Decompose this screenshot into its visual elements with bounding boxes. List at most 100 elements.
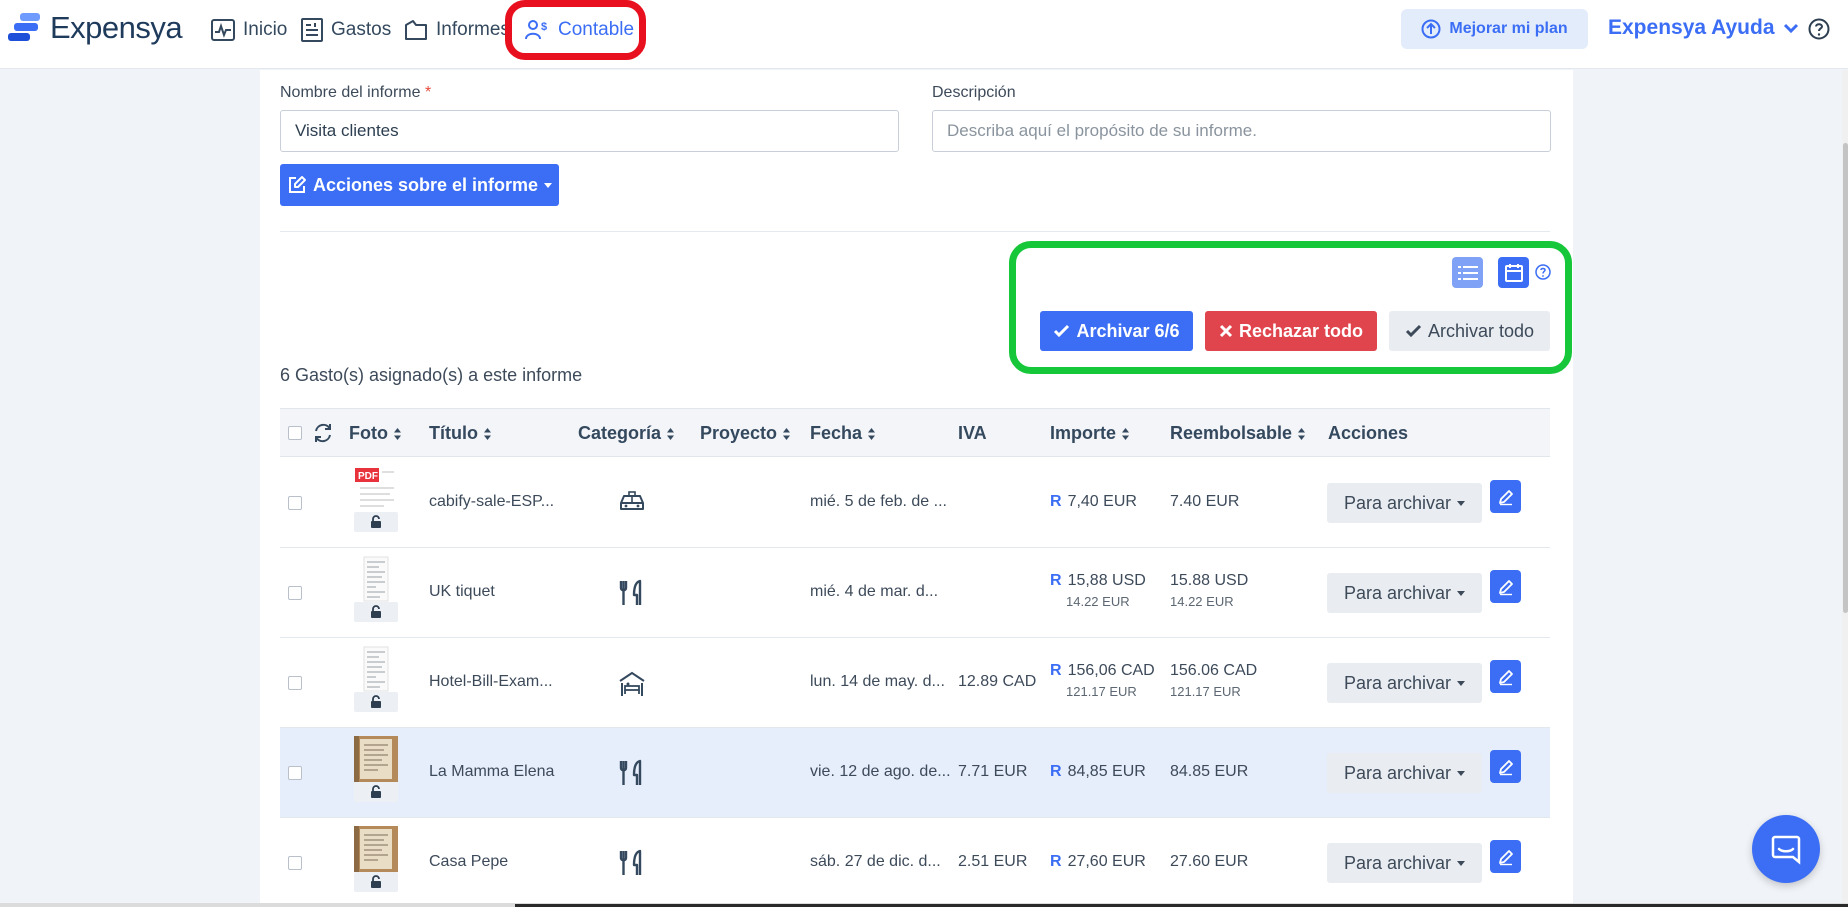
brand-logo[interactable]: Expensya [6, 10, 183, 46]
caret-down-icon [1457, 500, 1466, 506]
nav-inicio[interactable]: Inicio [211, 14, 287, 46]
status-dropdown[interactable]: Para archivar [1327, 753, 1482, 793]
status-label: Para archivar [1343, 762, 1452, 783]
sort-icon [393, 427, 401, 440]
list-view-toggle[interactable] [1452, 257, 1483, 288]
calendar-view-toggle[interactable] [1498, 257, 1529, 288]
table-header: Foto Título Categoría Proyecto Fecha IVA… [280, 408, 1550, 457]
reimbursable-marker: R [1050, 493, 1062, 510]
help-menu-dropdown[interactable]: Expensya Ayuda [1608, 16, 1799, 40]
col-importe[interactable]: Importe [1050, 423, 1130, 444]
edit-expense-button[interactable] [1490, 840, 1521, 873]
refresh-icon[interactable] [312, 422, 334, 449]
col-proyecto[interactable]: Proyecto [700, 423, 791, 444]
row-checkbox[interactable] [288, 496, 302, 510]
row-title[interactable]: UK tiquet [429, 583, 569, 601]
lock-icon[interactable] [354, 602, 398, 622]
row-checkbox[interactable] [288, 676, 302, 690]
reject-all-label: Rechazar todo [1238, 320, 1364, 341]
upgrade-plan-label: Mejorar mi plan [1449, 20, 1568, 37]
lock-icon[interactable] [354, 872, 398, 892]
sort-icon [483, 427, 491, 440]
lock-icon[interactable] [354, 782, 398, 802]
sort-icon [783, 427, 791, 440]
row-title[interactable]: Casa Pepe [429, 853, 569, 871]
chat-icon [1771, 835, 1801, 865]
status-label: Para archivar [1343, 852, 1452, 873]
table-row[interactable]: PDF cabify-sale-ESP... mié. 5 de feb. de .… [280, 458, 1550, 548]
chat-launcher-button[interactable] [1752, 815, 1820, 883]
col-titulo[interactable]: Título [429, 423, 492, 444]
row-amount: R 84,85 EUR [1050, 763, 1146, 781]
brand-name: Expensya [50, 10, 183, 45]
edit-expense-button[interactable] [1490, 480, 1521, 513]
calendar-icon [1504, 263, 1523, 282]
question-icon[interactable] [1808, 18, 1830, 45]
status-dropdown[interactable]: Para archivar [1327, 843, 1482, 883]
status-dropdown[interactable]: Para archivar [1327, 573, 1482, 613]
pencil-icon [1497, 668, 1515, 686]
table-row[interactable]: Casa Pepe sáb. 27 de dic. d... 2.51 EUR R 27… [280, 818, 1550, 907]
col-acciones: Acciones [1328, 423, 1408, 444]
row-title[interactable]: Hotel-Bill-Exam... [429, 673, 569, 691]
caret-down-icon [1457, 770, 1466, 776]
select-all-checkbox[interactable] [288, 426, 302, 440]
svg-text:PDF: PDF [358, 471, 378, 482]
col-fecha[interactable]: Fecha [810, 423, 876, 444]
row-amount-value: 7,40 EUR [1067, 493, 1137, 510]
col-foto[interactable]: Foto [349, 423, 402, 444]
nav-informes[interactable]: Informes [404, 14, 510, 46]
row-date: lun. 14 de may. d... [810, 673, 945, 690]
row-checkbox[interactable] [288, 586, 302, 600]
lock-icon[interactable] [354, 692, 398, 712]
report-actions-button[interactable]: Acciones sobre el informe [280, 164, 559, 206]
row-reimbursable-value: 7.40 EUR [1170, 493, 1240, 510]
upgrade-plan-button[interactable]: Mejorar mi plan [1401, 9, 1588, 49]
col-reembolsable[interactable]: Reembolsable [1170, 423, 1306, 444]
description-input[interactable]: Describa aquí el propósito de su informe… [932, 110, 1551, 152]
row-reimbursable-value: 156.06 CAD [1170, 662, 1258, 679]
receipt-thumbnail[interactable] [354, 646, 398, 692]
reimbursable-marker: R [1050, 853, 1062, 870]
reimbursable-marker: R [1050, 763, 1062, 780]
edit-expense-button[interactable] [1490, 570, 1521, 603]
receipt-thumbnail[interactable] [354, 556, 398, 602]
sort-icon [667, 427, 675, 440]
caret-down-icon [1457, 680, 1466, 686]
row-reimbursable-value: 27.60 EUR [1170, 853, 1249, 870]
table-row[interactable]: Hotel-Bill-Exam... lun. 14 de may. d... 12… [280, 638, 1550, 728]
table-row[interactable]: La Mamma Elena vie. 12 de ago. de... 7.71 … [280, 728, 1550, 818]
edit-expense-button[interactable] [1490, 750, 1521, 783]
taxi-icon [618, 491, 646, 518]
edit-expense-button[interactable] [1490, 660, 1521, 693]
view-help-icon[interactable] [1535, 264, 1551, 285]
row-checkbox[interactable] [288, 766, 302, 780]
receipt-thumbnail[interactable] [354, 826, 398, 872]
receipt-thumbnail[interactable]: PDF [354, 466, 398, 512]
receipt-icon [301, 18, 323, 42]
col-fecha-label: Fecha [810, 423, 863, 443]
col-categoria[interactable]: Categoría [578, 423, 675, 444]
table-row[interactable]: UK tiquet mié. 4 de mar. d... R 15,88 USD 14… [280, 548, 1550, 638]
reject-all-button[interactable]: Rechazar todo [1205, 311, 1377, 351]
highlight-bulk-actions-annotation [1009, 241, 1572, 374]
status-dropdown[interactable]: Para archivar [1327, 663, 1482, 703]
status-dropdown[interactable]: Para archivar [1327, 483, 1482, 523]
row-title[interactable]: La Mamma Elena [429, 763, 569, 781]
row-reimbursable: 15.88 USD 14.22 EUR [1170, 572, 1248, 609]
row-vat: 7.71 EUR [958, 763, 1028, 780]
row-checkbox[interactable] [288, 856, 302, 870]
report-name-input[interactable]: Visita clientes [280, 110, 899, 152]
row-title[interactable]: cabify-sale-ESP... [429, 493, 569, 511]
top-bar: Expensya Inicio Gastos Informes $ Contab… [0, 0, 1848, 69]
nav-gastos[interactable]: Gastos [301, 14, 391, 46]
archive-all-button[interactable]: Archivar todo [1389, 311, 1550, 351]
lock-icon[interactable] [354, 512, 398, 532]
receipt-thumbnail[interactable] [354, 736, 398, 782]
status-label: Para archivar [1343, 582, 1452, 603]
pencil-icon [1497, 488, 1515, 506]
col-proyecto-label: Proyecto [700, 423, 778, 443]
archive-selected-button[interactable]: Archivar 6/6 [1040, 311, 1193, 351]
scrollbar-thumb[interactable] [1843, 143, 1848, 613]
row-amount-value: 15,88 USD [1067, 572, 1146, 589]
